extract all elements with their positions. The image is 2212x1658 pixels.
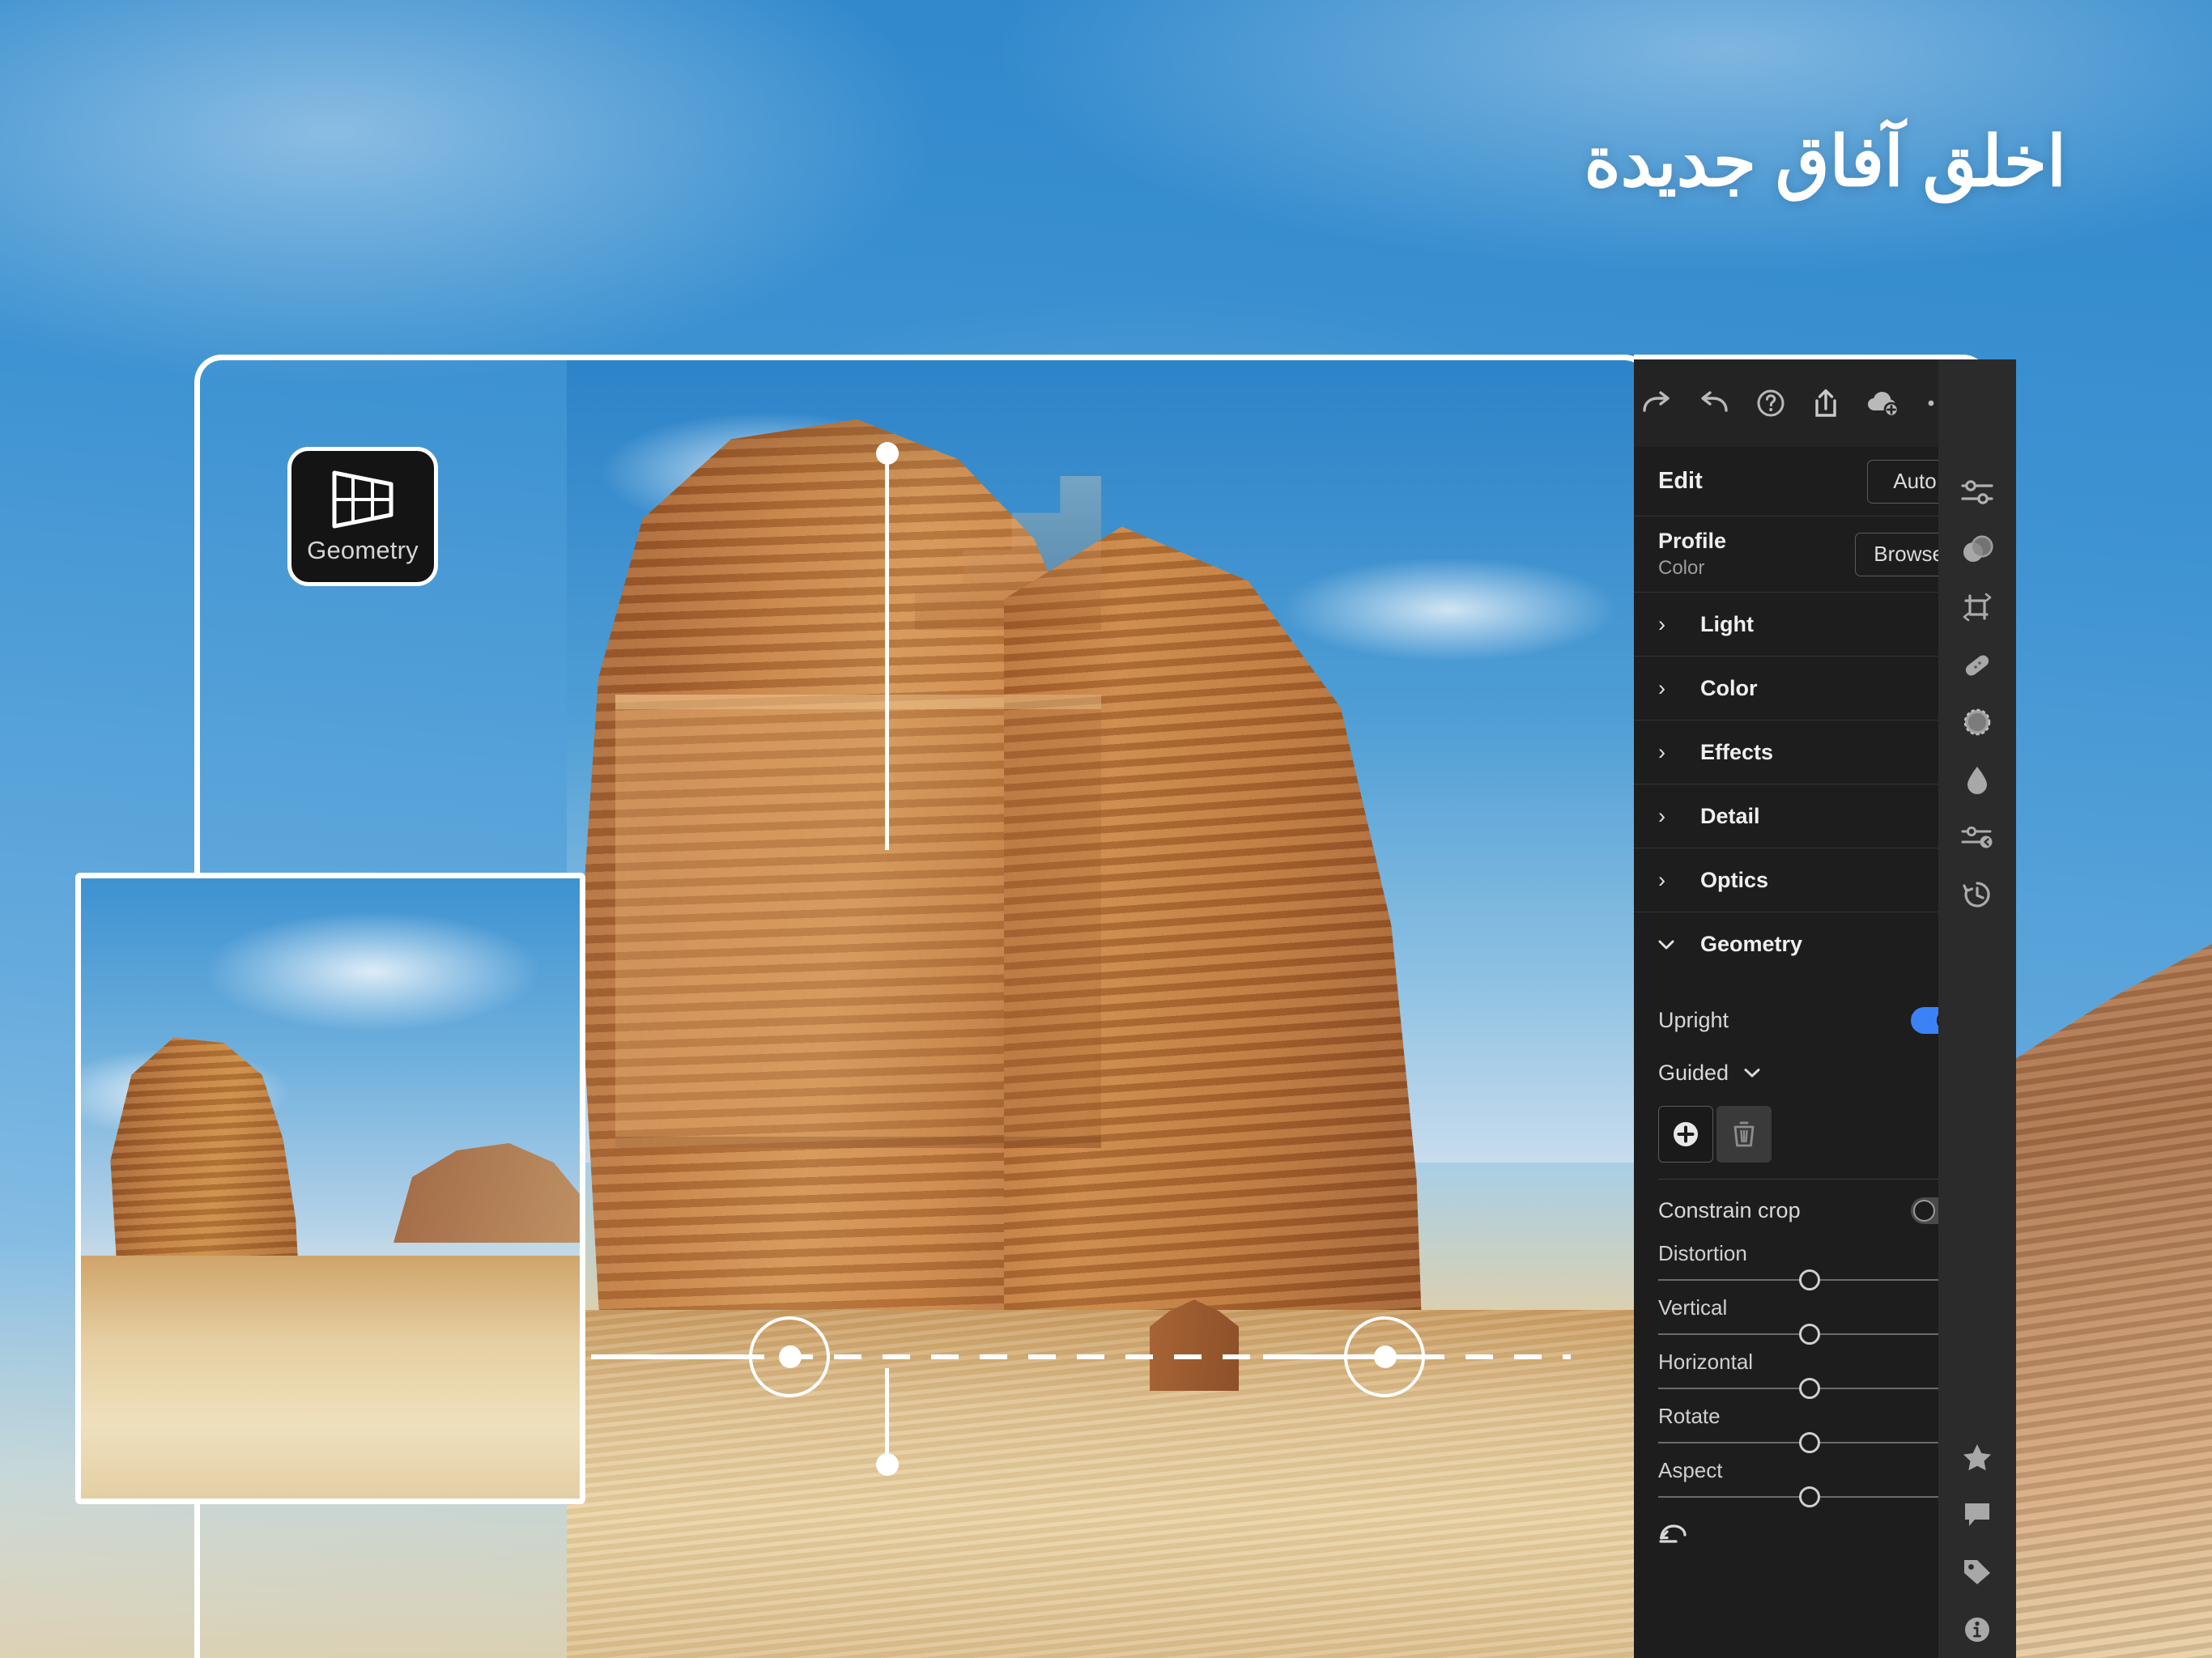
chevron-right-icon: › xyxy=(1658,675,1665,700)
photo-tomb-facade xyxy=(615,695,1101,1148)
panel-body: Edit Auto Profile Color Browse › Light ›… xyxy=(1634,447,1985,1658)
section-color[interactable]: › Color xyxy=(1634,657,1985,721)
upright-mode-dropdown[interactable]: Guided xyxy=(1658,1046,1961,1099)
rating-star-icon[interactable] xyxy=(1938,1428,2016,1486)
edit-title: Edit xyxy=(1658,468,1703,494)
slider-distortion-track[interactable] xyxy=(1658,1269,1961,1290)
slider-horizontal: Horizontal 0 xyxy=(1658,1350,1961,1399)
guide-line-horizontal-solid-left xyxy=(591,1354,753,1359)
cloud-add-icon[interactable] xyxy=(1866,389,1900,417)
info-icon[interactable] xyxy=(1938,1601,2016,1658)
add-guide-button[interactable] xyxy=(1658,1106,1713,1163)
slider-rotate-track[interactable] xyxy=(1658,1432,1961,1453)
healing-icon[interactable] xyxy=(1938,636,2016,693)
chevron-right-icon: › xyxy=(1658,867,1665,892)
section-light-label: Light xyxy=(1700,611,1754,636)
slider-aspect-label: Aspect xyxy=(1658,1458,1723,1482)
chevron-down-icon xyxy=(1743,1067,1761,1078)
guide-handle-vertical-top[interactable] xyxy=(876,442,899,465)
slider-aspect-track[interactable] xyxy=(1658,1486,1961,1507)
comments-icon[interactable] xyxy=(1938,1486,2016,1543)
profile-label: Profile xyxy=(1658,529,1727,553)
section-detail[interactable]: › Detail xyxy=(1634,784,1985,848)
panel-footer xyxy=(1634,1507,1985,1562)
undo-icon[interactable] xyxy=(1699,389,1729,417)
slider-knob[interactable] xyxy=(1799,1432,1820,1453)
section-effects[interactable]: › Effects xyxy=(1634,721,1985,784)
section-detail-label: Detail xyxy=(1700,803,1760,828)
tool-rail xyxy=(1938,359,2016,1658)
section-geometry[interactable]: Geometry xyxy=(1634,912,1985,976)
guide-handle-vertical-bottom[interactable] xyxy=(876,1453,899,1476)
section-effects-label: Effects xyxy=(1700,739,1774,764)
marketing-headline: اخلق آفاق جديدة xyxy=(1584,123,2066,201)
slider-vertical: Vertical 0 xyxy=(1658,1295,1961,1345)
before-view-inset[interactable] xyxy=(75,873,585,1504)
keywords-tag-icon[interactable] xyxy=(1938,1543,2016,1601)
inset-cloud xyxy=(202,911,542,1032)
slider-aspect: Aspect 0 xyxy=(1658,1458,1961,1507)
profile-row: Profile Color Browse xyxy=(1634,517,1985,593)
geometry-tool-badge-label: Geometry xyxy=(307,536,419,564)
section-geometry-label: Geometry xyxy=(1700,932,1803,956)
upright-mode-value: Guided xyxy=(1658,1060,1729,1085)
constrain-crop-label: Constrain crop xyxy=(1658,1197,1801,1222)
versions-history-icon[interactable] xyxy=(1938,865,2016,923)
photo-cloud xyxy=(1279,557,1619,662)
slider-knob[interactable] xyxy=(1799,1324,1820,1345)
slider-distortion: Distortion 0 xyxy=(1658,1241,1961,1290)
edit-header-row: Edit Auto xyxy=(1634,447,1985,517)
photo-ground xyxy=(567,1310,1652,1658)
slider-rotate-label: Rotate xyxy=(1658,1404,1721,1428)
presets-drop-icon[interactable] xyxy=(1938,750,2016,808)
chevron-down-icon xyxy=(1658,939,1674,950)
geometry-section-content: Upright Guided Constrain crop Distortion… xyxy=(1634,976,1985,1507)
main-photo-canvas[interactable] xyxy=(567,355,1652,1658)
perspective-grid-icon xyxy=(328,468,398,531)
chevron-right-icon: › xyxy=(1658,739,1665,764)
section-optics-label: Optics xyxy=(1700,867,1769,892)
inset-ground xyxy=(81,1256,580,1499)
slider-knob[interactable] xyxy=(1799,1269,1820,1290)
redo-icon[interactable] xyxy=(1641,389,1672,417)
slider-rotate: Rotate 0 xyxy=(1658,1404,1961,1453)
constrain-crop-row: Constrain crop xyxy=(1658,1184,1961,1236)
previous-edits-icon[interactable] xyxy=(1938,808,2016,865)
section-optics[interactable]: › Optics xyxy=(1634,848,1985,912)
slider-knob[interactable] xyxy=(1799,1486,1820,1507)
section-divider xyxy=(1658,1179,1961,1180)
plus-circle-icon xyxy=(1674,1122,1698,1146)
upright-label: Upright xyxy=(1658,1007,1729,1032)
slider-distortion-label: Distortion xyxy=(1658,1241,1747,1265)
section-light[interactable]: › Light xyxy=(1634,593,1985,657)
share-icon[interactable] xyxy=(1812,388,1840,419)
guide-actions xyxy=(1658,1106,1961,1163)
trash-icon xyxy=(1733,1121,1755,1147)
section-color-label: Color xyxy=(1700,675,1758,700)
remove-icon[interactable] xyxy=(1938,693,2016,750)
guide-handle-dot-right[interactable] xyxy=(1374,1346,1397,1368)
edit-sliders-icon[interactable] xyxy=(1938,463,2016,521)
chevron-right-icon: › xyxy=(1658,611,1665,636)
help-icon[interactable] xyxy=(1756,389,1785,418)
screenshot-root: اخلق آفاق جديدة Geometry Edit Auto Profi… xyxy=(0,0,2212,1658)
guide-line-vertical[interactable] xyxy=(885,453,889,850)
slider-vertical-track[interactable] xyxy=(1658,1324,1961,1345)
slider-knob[interactable] xyxy=(1799,1378,1820,1399)
slider-horizontal-track[interactable] xyxy=(1658,1378,1961,1399)
edit-panel: Edit Auto Profile Color Browse › Light ›… xyxy=(1634,355,1990,1658)
profile-value: Color xyxy=(1658,557,1705,579)
slider-horizontal-label: Horizontal xyxy=(1658,1350,1754,1374)
upright-row: Upright xyxy=(1658,994,1961,1046)
toggle-knob xyxy=(1913,1199,1935,1222)
chevron-right-icon: › xyxy=(1658,803,1665,828)
guide-handle-dot-left[interactable] xyxy=(779,1346,802,1368)
slider-vertical-label: Vertical xyxy=(1658,1295,1728,1320)
panel-toolbar xyxy=(1634,359,1985,447)
masking-icon[interactable] xyxy=(1938,521,2016,578)
crop-icon[interactable] xyxy=(1938,578,2016,636)
geometry-tool-badge[interactable]: Geometry xyxy=(287,447,438,586)
delete-guide-button[interactable] xyxy=(1716,1106,1772,1163)
reset-icon[interactable] xyxy=(1658,1520,1961,1545)
